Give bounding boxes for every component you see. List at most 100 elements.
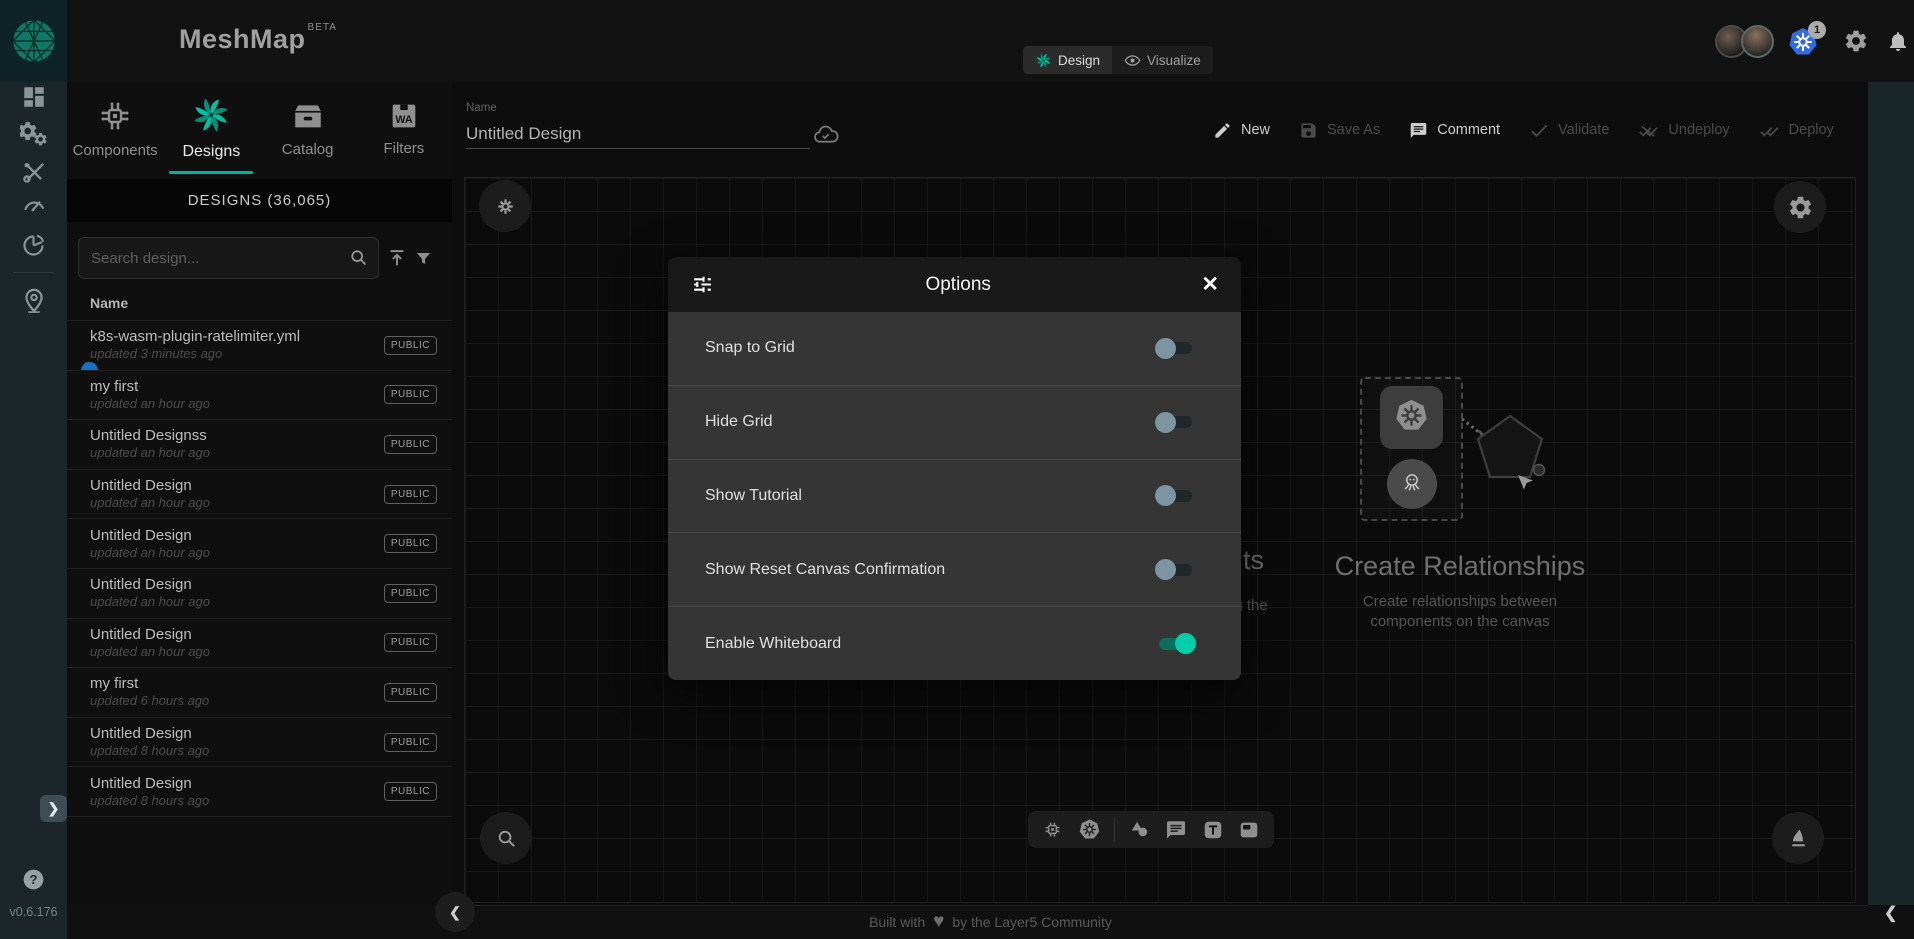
visibility-badge: PUBLIC (384, 435, 437, 454)
hidden-card-fragment: ts (1243, 545, 1264, 576)
show-tutorial-toggle[interactable] (1155, 485, 1196, 506)
design-list-item[interactable]: k8s-wasm-plugin-ratelimiter.ymlupdated 3… (67, 321, 452, 371)
components-chip-icon (97, 98, 133, 134)
design-list-item[interactable]: Untitled Designupdated an hour ago PUBLI… (67, 569, 452, 619)
settings-gear-icon[interactable] (1843, 28, 1869, 54)
extensions-pie-icon[interactable] (0, 228, 67, 262)
modal-title: Options (715, 274, 1201, 296)
new-button[interactable]: New (1213, 121, 1270, 140)
app-title: MeshMapBETA (179, 22, 337, 55)
design-updated: updated an hour ago (90, 644, 210, 660)
check-icon (1529, 120, 1549, 140)
description-line: Create relationships between (1310, 592, 1610, 612)
design-list-item[interactable]: Untitled Designupdated 8 hours ago PUBLI… (67, 767, 452, 817)
design-mode-button[interactable]: Design (1023, 46, 1112, 74)
validate-button[interactable]: Validate (1529, 120, 1609, 140)
shapes-dock-icon[interactable] (1128, 818, 1152, 842)
text-dock-icon[interactable] (1201, 818, 1225, 842)
tab-label: Catalog (282, 141, 334, 158)
enable-whiteboard-toggle[interactable] (1155, 633, 1196, 654)
design-list-item[interactable]: my firstupdated 6 hours ago PUBLIC (67, 668, 452, 718)
toolkit-icon[interactable] (0, 155, 67, 189)
design-list-item[interactable]: Untitled Designupdated 8 hours ago PUBLI… (67, 718, 452, 768)
close-icon[interactable]: ✕ (1201, 272, 1219, 297)
design-list-item[interactable]: Untitled Designssupdated an hour ago PUB… (67, 420, 452, 470)
design-name: Untitled Design (90, 527, 210, 545)
tab-catalog[interactable]: Catalog (260, 82, 356, 174)
canvas-settings-button[interactable] (1774, 181, 1826, 233)
performance-gauge-icon[interactable] (0, 188, 67, 222)
search-icon (348, 247, 369, 268)
design-updated: updated 3 minutes ago (90, 346, 300, 362)
snap-to-grid-toggle[interactable] (1155, 338, 1196, 359)
design-updated: updated 6 hours ago (90, 693, 209, 709)
canvas-actions-button[interactable] (479, 180, 531, 232)
save-as-button[interactable]: Save As (1299, 121, 1380, 140)
double-check-icon (1759, 120, 1780, 141)
tab-filters[interactable]: WA Filters (356, 82, 452, 174)
eye-icon (1124, 52, 1141, 69)
design-name: Untitled Design (90, 576, 210, 594)
components-dock-icon[interactable] (1041, 818, 1065, 842)
design-list-item[interactable]: Untitled Designupdated an hour ago PUBLI… (67, 519, 452, 569)
design-name-input[interactable] (466, 119, 810, 149)
design-updated: updated 8 hours ago (90, 743, 209, 759)
option-label: Snap to Grid (705, 339, 795, 357)
rail-divider (13, 272, 54, 273)
comment-button[interactable]: Comment (1409, 121, 1500, 140)
design-pinwheel-icon (1035, 52, 1052, 69)
onboarding-card-description: Create relationships between components … (1310, 592, 1610, 632)
design-name: k8s-wasm-plugin-ratelimiter.yml (90, 328, 300, 346)
modal-body: Snap to Grid Hide Grid Show Tutorial Sho… (668, 312, 1241, 680)
deploy-button[interactable]: Deploy (1759, 120, 1834, 141)
section-title: DESIGNS (36,065) (67, 179, 452, 222)
collapse-left-panel-button[interactable]: ❮ (435, 892, 475, 932)
expand-panel-button[interactable]: ❯ (40, 795, 67, 822)
design-updated: updated an hour ago (90, 594, 210, 610)
media-dock-icon[interactable] (1237, 818, 1261, 842)
layer5-sail-button[interactable] (1772, 812, 1824, 864)
collaborator-avatar[interactable] (1741, 25, 1774, 58)
footer-text: Built with (869, 914, 925, 930)
tab-components[interactable]: Components (67, 82, 163, 174)
app-version: v0.6.176 (0, 905, 67, 919)
visibility-badge: PUBLIC (384, 782, 437, 801)
hide-grid-toggle[interactable] (1155, 412, 1196, 433)
notification-bell-icon[interactable] (1886, 29, 1910, 53)
comment-dock-icon[interactable] (1164, 818, 1188, 842)
footer-divider (452, 905, 1868, 906)
panel-tabs: Components Designs Catalog WA Filters (67, 82, 452, 174)
filter-funnel-icon[interactable] (414, 249, 433, 268)
help-icon[interactable]: ? (0, 862, 67, 896)
tab-designs[interactable]: Designs (163, 82, 259, 174)
design-list-item[interactable]: Untitled Designupdated an hour ago PUBLI… (67, 470, 452, 520)
search-input[interactable] (78, 237, 379, 279)
import-design-icon[interactable] (386, 247, 408, 269)
design-list-item[interactable]: my firstupdated an hour ago PUBLIC (67, 371, 452, 421)
toolbar-label: New (1241, 122, 1270, 138)
lifecycle-gears-icon[interactable] (0, 118, 67, 152)
undeploy-button[interactable]: Undeploy (1638, 120, 1729, 141)
design-updated: updated 8 hours ago (90, 793, 209, 809)
meshmap-pin-icon[interactable] (0, 284, 67, 318)
kubernetes-dock-icon[interactable] (1077, 818, 1101, 842)
meshery-logo[interactable] (0, 0, 67, 82)
dock-divider (1114, 818, 1115, 842)
mode-switch: Design Visualize (1023, 46, 1213, 74)
visibility-badge: PUBLIC (384, 534, 437, 553)
catalog-drawer-icon (291, 99, 325, 133)
tab-label: Designs (182, 143, 240, 161)
option-label: Hide Grid (705, 413, 773, 431)
collapse-right-panel-button[interactable]: ❮ (1884, 903, 1897, 923)
top-header: MeshMapBETA Design Visualize 1 (67, 0, 1914, 82)
dashboard-icon[interactable] (0, 80, 67, 114)
zoom-button[interactable] (480, 812, 532, 864)
show-reset-canvas-confirmation-toggle[interactable] (1155, 559, 1196, 580)
search-container (78, 237, 379, 279)
toolbar-label: Validate (1558, 122, 1609, 138)
design-updated: updated an hour ago (90, 445, 210, 461)
right-dock (1868, 82, 1914, 905)
visualize-mode-button[interactable]: Visualize (1112, 46, 1213, 74)
design-list-item[interactable]: Untitled Designupdated an hour ago PUBLI… (67, 619, 452, 669)
mesh-sphere-icon (11, 18, 57, 64)
